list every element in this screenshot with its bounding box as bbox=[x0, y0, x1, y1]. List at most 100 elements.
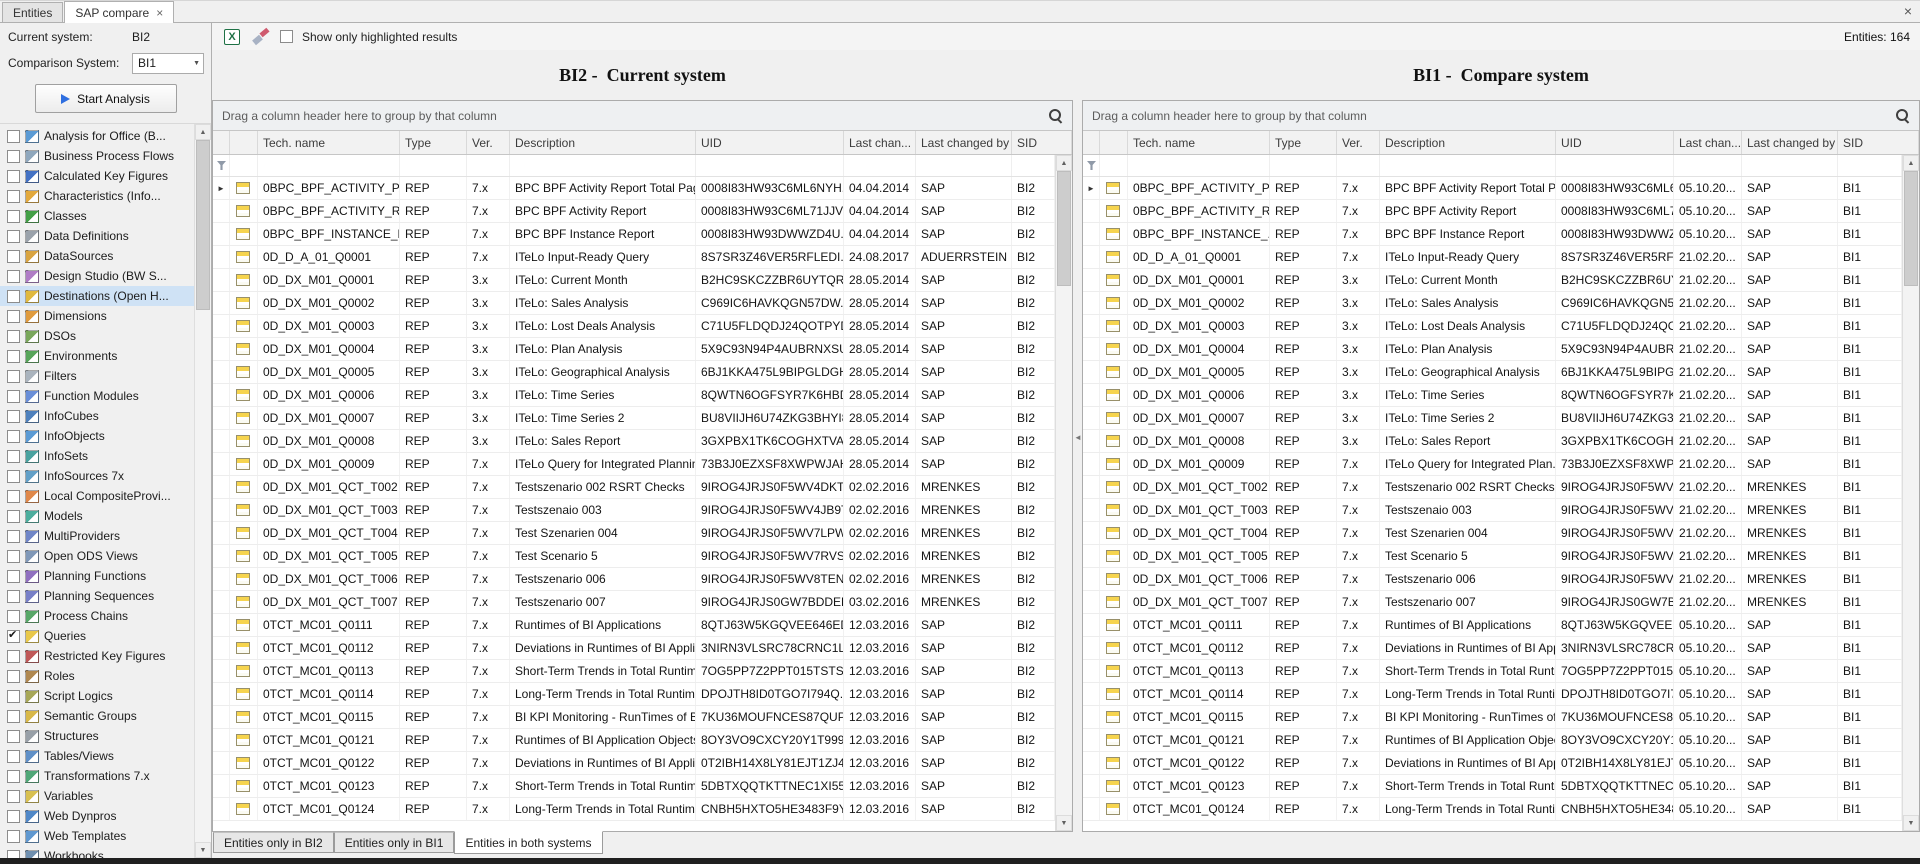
clear-highlighting-button[interactable] bbox=[251, 27, 271, 46]
grid-row[interactable]: 0TCT_MC01_Q0113REP7.xShort-Term Trends i… bbox=[213, 660, 1055, 683]
grid-row[interactable]: 0D_D_A_01_Q0001REP7.xITeLo Input-Ready Q… bbox=[1083, 246, 1902, 269]
scroll-down-icon[interactable]: ▼ bbox=[195, 842, 211, 858]
grid-row[interactable]: 0D_DX_M01_QCT_T002REP7.xTestszenario 002… bbox=[1083, 476, 1902, 499]
column-header-last-changed-by[interactable]: Last changed by bbox=[916, 131, 1012, 154]
scroll-down-icon[interactable]: ▼ bbox=[1903, 815, 1919, 831]
grid-row[interactable]: 0D_DX_M01_QCT_T005REP7.xTest Scenario 59… bbox=[1083, 545, 1902, 568]
filter-cell-tech-name[interactable] bbox=[1128, 155, 1270, 176]
grid-row[interactable]: 0D_DX_M01_Q0008REP3.xITeLo: Sales Report… bbox=[213, 430, 1055, 453]
tree-item-semantic-groups[interactable]: Semantic Groups bbox=[0, 706, 194, 726]
grid-row[interactable]: 0D_DX_M01_Q0007REP3.xITeLo: Time Series … bbox=[1083, 407, 1902, 430]
column-header-description[interactable]: Description bbox=[1380, 131, 1556, 154]
tree-item-destinations-open-h[interactable]: Destinations (Open H... bbox=[0, 286, 194, 306]
filter-cell-type[interactable] bbox=[1270, 155, 1337, 176]
comparison-system-select[interactable]: BI1 ▼ bbox=[132, 53, 204, 74]
search-icon[interactable] bbox=[1048, 108, 1063, 123]
tree-item-infosources-7x[interactable]: InfoSources 7x bbox=[0, 466, 194, 486]
grid-row[interactable]: 0D_DX_M01_Q0005REP3.xITeLo: Geographical… bbox=[1083, 361, 1902, 384]
tree-item-checkbox[interactable] bbox=[7, 310, 20, 323]
grid-row[interactable]: 0D_DX_M01_Q0004REP3.xITeLo: Plan Analysi… bbox=[213, 338, 1055, 361]
tree-item-checkbox[interactable] bbox=[7, 770, 20, 783]
grid-scroll-thumb[interactable] bbox=[1904, 171, 1918, 286]
grid-row[interactable]: 0D_DX_M01_Q0001REP3.xITeLo: Current Mont… bbox=[1083, 269, 1902, 292]
grid-row[interactable]: 0TCT_MC01_Q0115REP7.xBI KPI Monitoring -… bbox=[1083, 706, 1902, 729]
tree-item-checkbox[interactable] bbox=[7, 510, 20, 523]
close-icon[interactable]: × bbox=[156, 7, 163, 19]
tree-item-transformations-7-x[interactable]: Transformations 7.x bbox=[0, 766, 194, 786]
filter-cell-ver[interactable] bbox=[467, 155, 510, 176]
tree-item-checkbox[interactable] bbox=[7, 230, 20, 243]
grid-row[interactable]: 0TCT_MC01_Q0121REP7.xRuntimes of BI Appl… bbox=[1083, 729, 1902, 752]
filter-cell-description[interactable] bbox=[1380, 155, 1556, 176]
column-header-tech-name[interactable]: Tech. name bbox=[1128, 131, 1270, 154]
tree-item-web-templates[interactable]: Web Templates bbox=[0, 826, 194, 846]
grid-row[interactable]: 0TCT_MC01_Q0124REP7.xLong-Term Trends in… bbox=[213, 798, 1055, 821]
search-icon[interactable] bbox=[1895, 108, 1910, 123]
tree-item-models[interactable]: Models bbox=[0, 506, 194, 526]
start-analysis-button[interactable]: Start Analysis bbox=[35, 84, 177, 113]
tree-item-filters[interactable]: Filters bbox=[0, 366, 194, 386]
filter-funnel-icon[interactable] bbox=[217, 161, 226, 170]
tree-item-checkbox[interactable] bbox=[7, 730, 20, 743]
tree-item-checkbox[interactable] bbox=[7, 850, 20, 859]
grid-row[interactable]: 0D_DX_M01_QCT_T004REP7.xTest Szenarien 0… bbox=[1083, 522, 1902, 545]
grid-row[interactable]: 0BPC_BPF_INSTANCE_...REP7.xBPC BPF Insta… bbox=[1083, 223, 1902, 246]
grid-scrollbar[interactable]: ▲ ▼ bbox=[1902, 155, 1919, 831]
tree-item-checkbox[interactable] bbox=[7, 490, 20, 503]
tree-item-checkbox[interactable] bbox=[7, 190, 20, 203]
tree-item-checkbox[interactable] bbox=[7, 370, 20, 383]
grid-row[interactable]: 0TCT_MC01_Q0122REP7.xDeviations in Runti… bbox=[1083, 752, 1902, 775]
grid-row[interactable]: 0D_DX_M01_Q0009REP7.xITeLo Query for Int… bbox=[1083, 453, 1902, 476]
tree-item-roles[interactable]: Roles bbox=[0, 666, 194, 686]
column-header-sid[interactable]: SID bbox=[1012, 131, 1072, 154]
collapse-left-icon[interactable]: ◄ bbox=[1074, 433, 1082, 442]
grid-row[interactable]: 0D_DX_M01_Q0002REP3.xITeLo: Sales Analys… bbox=[213, 292, 1055, 315]
tree-item-checkbox[interactable] bbox=[7, 390, 20, 403]
grid-row[interactable]: 0BPC_BPF_ACTIVITY_REPREP7.xBPC BPF Activ… bbox=[213, 200, 1055, 223]
tree-item-checkbox[interactable] bbox=[7, 470, 20, 483]
tree-item-calculated-key-figures[interactable]: Calculated Key Figures bbox=[0, 166, 194, 186]
grid-row[interactable]: 0D_DX_M01_QCT_T002REP7.xTestszenario 002… bbox=[213, 476, 1055, 499]
tree-item-infoobjects[interactable]: InfoObjects bbox=[0, 426, 194, 446]
grid-scroll-track[interactable] bbox=[1903, 171, 1919, 815]
tree-item-tables-views[interactable]: Tables/Views bbox=[0, 746, 194, 766]
tree-scroll-thumb[interactable] bbox=[196, 140, 210, 310]
grid-row[interactable]: ►0BPC_BPF_ACTIVITY_PA...REP7.xBPC BPF Ac… bbox=[213, 177, 1055, 200]
tree-item-checkbox[interactable] bbox=[7, 430, 20, 443]
tree-item-checkbox[interactable] bbox=[7, 590, 20, 603]
column-header-last-changed[interactable]: Last chan... bbox=[1674, 131, 1742, 154]
bottom-tab-entities-only-in-bi2[interactable]: Entities only in BI2 bbox=[213, 832, 334, 853]
tree-item-restricted-key-figures[interactable]: Restricted Key Figures bbox=[0, 646, 194, 666]
column-header-type[interactable]: Type bbox=[400, 131, 467, 154]
grid-row[interactable]: 0TCT_MC01_Q0123REP7.xShort-Term Trends i… bbox=[213, 775, 1055, 798]
tree-item-checkbox[interactable] bbox=[7, 330, 20, 343]
grid-row[interactable]: 0D_DX_M01_Q0002REP3.xITeLo: Sales Analys… bbox=[1083, 292, 1902, 315]
grid-row[interactable]: 0D_DX_M01_QCT_T003REP7.xTestszenaio 0039… bbox=[1083, 499, 1902, 522]
column-header-last-changed-by[interactable]: Last changed by bbox=[1742, 131, 1838, 154]
grid-row[interactable]: 0D_DX_M01_QCT_T005REP7.xTest Scenario 59… bbox=[213, 545, 1055, 568]
tree-item-data-definitions[interactable]: Data Definitions bbox=[0, 226, 194, 246]
tree-item-checkbox[interactable] bbox=[7, 270, 20, 283]
grid-row[interactable]: 0D_DX_M01_QCT_T006REP7.xTestszenario 006… bbox=[213, 568, 1055, 591]
scroll-down-icon[interactable]: ▼ bbox=[1056, 815, 1072, 831]
doc-tab-sap-compare[interactable]: SAP compare× bbox=[64, 1, 174, 23]
grid-row[interactable]: 0D_DX_M01_Q0003REP3.xITeLo: Lost Deals A… bbox=[213, 315, 1055, 338]
grid-row[interactable]: 0TCT_MC01_Q0115REP7.xBI KPI Monitoring -… bbox=[213, 706, 1055, 729]
tree-item-checkbox[interactable] bbox=[7, 650, 20, 663]
tree-item-function-modules[interactable]: Function Modules bbox=[0, 386, 194, 406]
grid-row[interactable]: 0TCT_MC01_Q0114REP7.xLong-Term Trends in… bbox=[213, 683, 1055, 706]
grid-row[interactable]: 0D_DX_M01_QCT_T007REP7.xTestszenario 007… bbox=[1083, 591, 1902, 614]
filter-cell-type[interactable] bbox=[400, 155, 467, 176]
tree-item-checkbox[interactable] bbox=[7, 750, 20, 763]
grid-row[interactable]: 0D_D_A_01_Q0001REP7.xITeLo Input-Ready Q… bbox=[213, 246, 1055, 269]
tree-item-design-studio-bw-s[interactable]: Design Studio (BW S... bbox=[0, 266, 194, 286]
tree-item-checkbox[interactable] bbox=[7, 450, 20, 463]
grid-row[interactable]: 0TCT_MC01_Q0114REP7.xLong-Term Trends in… bbox=[1083, 683, 1902, 706]
grid-row[interactable]: 0D_DX_M01_Q0003REP3.xITeLo: Lost Deals A… bbox=[1083, 315, 1902, 338]
tree-item-workbooks[interactable]: Workbooks bbox=[0, 846, 194, 858]
scroll-up-icon[interactable]: ▲ bbox=[1903, 155, 1919, 171]
grid-row[interactable]: 0D_DX_M01_QCT_T003REP7.xTestszenaio 0039… bbox=[213, 499, 1055, 522]
filter-cell-last-changed[interactable] bbox=[1674, 155, 1742, 176]
tree-item-checkbox[interactable] bbox=[7, 690, 20, 703]
tree-item-environments[interactable]: Environments bbox=[0, 346, 194, 366]
